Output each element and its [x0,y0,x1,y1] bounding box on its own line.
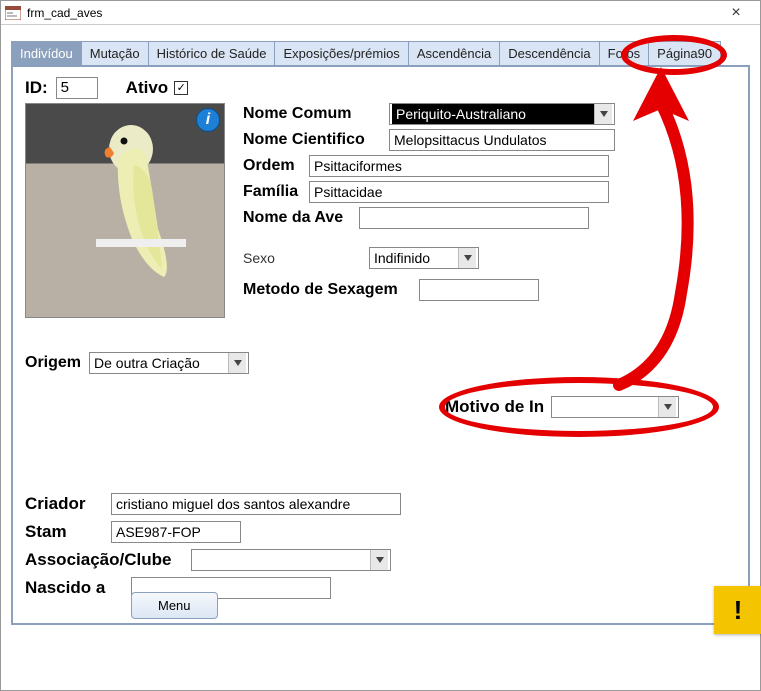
nome-cientifico-input[interactable] [389,129,615,151]
nome-comum-label: Nome Comum [243,105,383,123]
nome-comum-value: Periquito-Australiano [392,104,594,124]
nome-comum-select[interactable]: Periquito-Australiano [389,103,615,125]
id-label: ID: [25,78,48,98]
ativo-checkbox[interactable]: ✓ [174,81,188,95]
menu-button[interactable]: Menu [131,592,218,619]
stam-input[interactable] [111,521,241,543]
associacao-label: Associação/Clube [25,550,185,570]
info-icon[interactable]: i [196,108,220,132]
motivo-in-label: Motivo de In [445,397,545,417]
ativo-label: Ativo [126,78,169,98]
ordem-input[interactable] [309,155,609,177]
chevron-down-icon [458,248,476,268]
tab-content: ID: 5 Ativo ✓ [11,65,750,625]
associacao-select[interactable] [191,549,391,571]
tab-strip: Indivídou Mutação Histórico de Saúde Exp… [1,41,760,65]
ordem-label: Ordem [243,157,303,175]
origem-select[interactable]: De outra Criação [89,352,249,374]
sexo-select[interactable]: Indifinido [369,247,479,269]
tab-descendencia[interactable]: Descendência [499,41,599,65]
bird-photo[interactable]: i [25,103,225,318]
sexo-value: Indifinido [372,250,458,266]
metodo-sexagem-input[interactable] [419,279,539,301]
tab-fotos[interactable]: Fotos [599,41,650,65]
chevron-down-icon [228,353,246,373]
close-button[interactable]: × [716,3,756,23]
tab-historico-saude[interactable]: Histórico de Saúde [148,41,276,65]
tab-mutacao[interactable]: Mutação [81,41,149,65]
chevron-down-icon [658,397,676,417]
nome-ave-label: Nome da Ave [243,209,353,227]
familia-label: Família [243,183,303,201]
title-bar: frm_cad_aves × [1,1,760,25]
id-value: 5 [56,77,98,99]
warning-badge[interactable]: ! [714,586,761,634]
criador-label: Criador [25,494,105,514]
motivo-in-select[interactable] [551,396,679,418]
sexo-label: Sexo [243,250,363,266]
stam-label: Stam [25,522,105,542]
metodo-sexagem-label: Metodo de Sexagem [243,281,413,299]
tab-pagina90[interactable]: Página90 [648,41,721,65]
nome-cientifico-label: Nome Cientifico [243,131,383,149]
chevron-down-icon [594,104,612,124]
chevron-down-icon [370,550,388,570]
tab-ascendencia[interactable]: Ascendência [408,41,500,65]
origem-label: Origem [25,354,81,372]
window-title: frm_cad_aves [27,6,716,20]
nascido-label: Nascido a [25,578,125,598]
familia-input[interactable] [309,181,609,203]
origem-value: De outra Criação [92,355,228,371]
tab-individou[interactable]: Indivídou [11,41,82,65]
form-icon [5,6,21,20]
bird-image [96,119,186,279]
nome-ave-input[interactable] [359,207,589,229]
tab-exposicoes-premios[interactable]: Exposições/prémios [274,41,408,65]
criador-input[interactable] [111,493,401,515]
